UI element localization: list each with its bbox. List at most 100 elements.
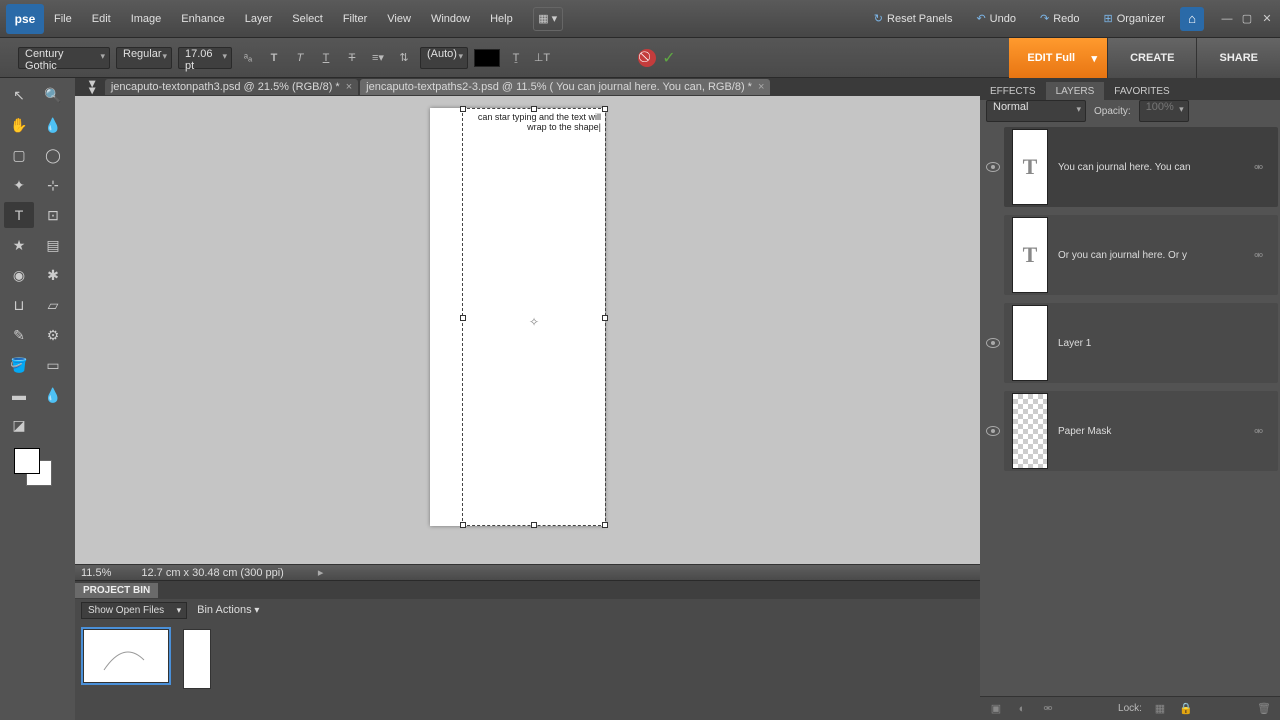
menu-filter[interactable]: Filter (333, 0, 377, 38)
opacity-dropdown[interactable]: 100% (1139, 100, 1189, 122)
tab-layers[interactable]: LAYERS (1046, 82, 1105, 100)
align-dropdown[interactable]: ≡▾ (368, 48, 388, 68)
hand-tool[interactable]: ✋ (4, 112, 34, 138)
maximize-icon[interactable]: ▢ (1238, 11, 1256, 27)
visibility-toggle-icon[interactable] (986, 338, 1000, 348)
shape-tool[interactable]: ▬ (4, 382, 34, 408)
menu-view[interactable]: View (377, 0, 421, 38)
sponge-tool[interactable]: ◪ (4, 412, 34, 438)
redeye-tool[interactable]: ◉ (4, 262, 34, 288)
link-icon[interactable]: ⚮ (1254, 249, 1270, 262)
link-icon[interactable]: ⚮ (1254, 425, 1270, 438)
cookie-cutter-tool[interactable]: ★ (4, 232, 34, 258)
document-tab[interactable]: jencaputo-textpaths2-3.psd @ 11.5% ( You… (360, 79, 770, 95)
leading-dropdown[interactable]: (Auto) (420, 47, 468, 69)
arrange-docs-button[interactable]: ▦ ▾ (533, 7, 563, 31)
antialias-icon[interactable]: ᵃₐ (238, 48, 258, 68)
lasso-tool[interactable]: ◯ (38, 142, 68, 168)
visibility-toggle-icon[interactable] (986, 426, 1000, 436)
lock-all-icon[interactable]: 🔒 (1178, 701, 1194, 717)
edit-mode-button[interactable]: EDIT Full (1009, 38, 1107, 78)
redo-button[interactable]: ↷Redo (1031, 5, 1089, 32)
menu-edit[interactable]: Edit (82, 0, 121, 38)
marquee-tool[interactable]: ▢ (4, 142, 34, 168)
text-color-swatch[interactable] (474, 49, 500, 67)
zoom-level: 11.5% (81, 567, 111, 579)
tab-close-icon[interactable]: × (346, 81, 352, 93)
eraser-tool[interactable]: ▱ (38, 292, 68, 318)
gradient-tool[interactable]: ▭ (38, 352, 68, 378)
foreground-swatch[interactable] (14, 448, 40, 474)
color-swatches[interactable] (14, 448, 54, 488)
minimize-icon[interactable]: — (1218, 11, 1236, 27)
brush-tool[interactable]: ✎ (4, 322, 34, 348)
menu-image[interactable]: Image (121, 0, 172, 38)
move-tool[interactable]: ↖ (4, 82, 34, 108)
zoom-tool[interactable]: 🔍 (38, 82, 68, 108)
orientation-icon[interactable]: ⊥T (532, 48, 552, 68)
wand-tool[interactable]: ✦ (4, 172, 34, 198)
blend-mode-dropdown[interactable]: Normal (986, 100, 1086, 122)
layer-thumbnail[interactable]: T (1012, 217, 1048, 293)
link-layers-icon[interactable]: ⚮ (1040, 701, 1056, 717)
warp-text-icon[interactable]: Ṯ (506, 48, 526, 68)
menu-select[interactable]: Select (282, 0, 333, 38)
healing-tool[interactable]: ✱ (38, 262, 68, 288)
delete-layer-icon[interactable]: 🗑 (1256, 701, 1272, 717)
lock-trans-icon[interactable]: ▦ (1152, 701, 1168, 717)
layer-thumbnail[interactable]: T (1012, 129, 1048, 205)
menu-file[interactable]: File (44, 0, 82, 38)
bin-thumbnail[interactable] (183, 629, 211, 689)
stamp-tool[interactable]: ⊔ (4, 292, 34, 318)
share-button[interactable]: SHARE (1196, 38, 1280, 78)
bin-thumbnail[interactable] (83, 629, 169, 683)
quickselect-tool[interactable]: ⊹ (38, 172, 68, 198)
eyedropper-tool[interactable]: 💧 (38, 112, 68, 138)
blur-tool[interactable]: 💧 (38, 382, 68, 408)
new-layer-icon[interactable]: ▣ (988, 701, 1004, 717)
visibility-toggle-icon[interactable] (986, 162, 1000, 172)
document-tab[interactable]: jencaputo-textonpath3.psd @ 21.5% (RGB/8… (105, 79, 358, 95)
recompose-tool[interactable]: ▤ (38, 232, 68, 258)
smartbrush-tool[interactable]: ⚙ (38, 322, 68, 348)
canvas-viewport[interactable]: can star typing and the text will wrap t… (75, 96, 980, 564)
layer-row[interactable]: TOr you can journal here. Or y⚮ (982, 212, 1278, 298)
font-family-dropdown[interactable]: Century Gothic (18, 47, 110, 69)
reset-panels-button[interactable]: ↻Reset Panels (865, 5, 962, 32)
home-icon[interactable]: ⌂ (1180, 7, 1204, 31)
layer-row[interactable]: Layer 1 (982, 300, 1278, 386)
cancel-icon[interactable]: ⃠ (638, 49, 656, 67)
link-icon[interactable]: ⚮ (1254, 161, 1270, 174)
layer-row[interactable]: Paper Mask⚮ (982, 388, 1278, 474)
tab-favorites[interactable]: FAVORITES (1104, 82, 1179, 100)
menu-layer[interactable]: Layer (235, 0, 283, 38)
undo-button[interactable]: ↶Undo (967, 5, 1025, 32)
bin-actions-dropdown[interactable]: Bin Actions ▾ (197, 604, 259, 616)
italic-icon[interactable]: T (290, 48, 310, 68)
menu-window[interactable]: Window (421, 0, 480, 38)
status-arrow-icon[interactable]: ▸ (318, 566, 324, 579)
crop-tool[interactable]: ⊡ (38, 202, 68, 228)
menu-help[interactable]: Help (480, 0, 523, 38)
type-tool[interactable]: T (4, 202, 34, 228)
underline-icon[interactable]: T (316, 48, 336, 68)
bucket-tool[interactable]: 🪣 (4, 352, 34, 378)
organizer-button[interactable]: ⊞Organizer (1094, 5, 1174, 32)
text-bounding-box[interactable]: can star typing and the text will wrap t… (462, 108, 606, 526)
layer-row[interactable]: TYou can journal here. You can⚮ (982, 124, 1278, 210)
create-button[interactable]: CREATE (1107, 38, 1196, 78)
fx-icon[interactable]: ◐ (1014, 701, 1030, 717)
layer-thumbnail[interactable] (1012, 305, 1048, 381)
font-size-dropdown[interactable]: 17.06 pt (178, 47, 232, 69)
tab-effects[interactable]: EFFECTS (980, 82, 1046, 100)
tab-close-icon[interactable]: × (758, 81, 764, 93)
font-style-dropdown[interactable]: Regular (116, 47, 172, 69)
commit-icon[interactable]: ✓ (660, 49, 678, 67)
strikethrough-icon[interactable]: T (342, 48, 362, 68)
menu-enhance[interactable]: Enhance (171, 0, 234, 38)
layer-thumbnail[interactable] (1012, 393, 1048, 469)
expand-tabs-icon[interactable]: ◀◀ (86, 80, 97, 94)
bin-filter-dropdown[interactable]: Show Open Files (81, 602, 187, 619)
bold-icon[interactable]: T (264, 48, 284, 68)
close-icon[interactable]: ✕ (1258, 11, 1276, 27)
